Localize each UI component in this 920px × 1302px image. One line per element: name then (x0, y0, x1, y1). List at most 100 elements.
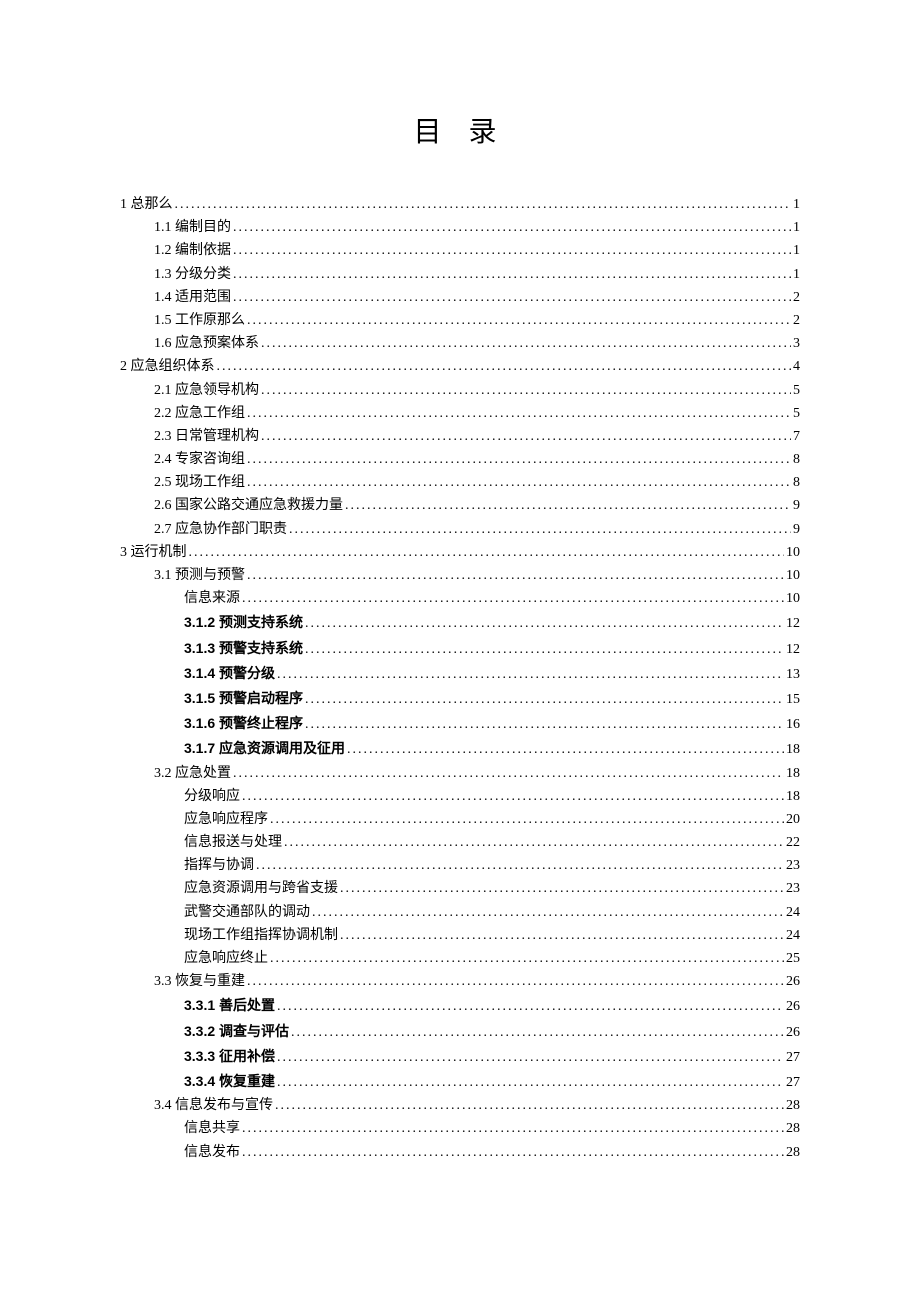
toc-leader-dots (305, 617, 784, 631)
toc-entry-page: 1 (793, 198, 800, 212)
toc-leader-dots (284, 836, 784, 850)
toc-entry-page: 1 (793, 221, 800, 235)
toc-entry-page: 15 (786, 693, 800, 707)
toc-entry: 1.1 编制目的1 (120, 221, 800, 235)
toc-entry: 2.1 应急领导机构5 (120, 384, 800, 398)
toc-entry-label: 3.1.6 预警终止程序 (184, 716, 303, 730)
toc-entry-page: 13 (786, 668, 800, 682)
toc-entry-page: 18 (786, 767, 800, 781)
toc-entry: 1.4 适用范围2 (120, 291, 800, 305)
toc-leader-dots (277, 1051, 784, 1065)
toc-leader-dots (233, 291, 791, 305)
toc-entry-label: 信息发布 (184, 1146, 240, 1160)
toc-leader-dots (247, 569, 784, 583)
toc-entry: 2 应急组织体系 4 (120, 360, 800, 374)
toc-entry-label: 2 应急组织体系 (120, 360, 215, 374)
toc-entry-page: 5 (793, 407, 800, 421)
toc-entry-page: 28 (786, 1122, 800, 1136)
toc-entry-page: 25 (786, 952, 800, 966)
toc-entry: 1 总那么1 (120, 198, 800, 212)
toc-entry-label: 3.3.1 善后处置 (184, 998, 275, 1012)
toc-entry-label: 3 运行机制 (120, 546, 187, 560)
toc-entry: 3.1.6 预警终止程序16 (120, 716, 800, 732)
toc-leader-dots (217, 360, 792, 374)
toc-entry: 2.5 现场工作组8 (120, 476, 800, 490)
toc-leader-dots (277, 668, 784, 682)
toc-leader-dots (242, 1122, 784, 1136)
toc-entry-label: 1.6 应急预案体系 (154, 337, 259, 351)
toc-entry-label: 现场工作组指挥协调机制 (184, 929, 338, 943)
toc-entry-label: 应急资源调用与跨省支援 (184, 882, 338, 896)
toc-entry-label: 2.6 国家公路交通应急救援力量 (154, 499, 343, 513)
toc-entry: 3.1.2 预测支持系统12 (120, 615, 800, 631)
toc-entry-page: 7 (793, 430, 800, 444)
toc-entry: 3.3 恢复与重建26 (120, 975, 800, 989)
toc-leader-dots (247, 476, 791, 490)
toc-entry-label: 信息共享 (184, 1122, 240, 1136)
toc-leader-dots (305, 643, 784, 657)
toc-entry-label: 2.4 专家咨询组 (154, 453, 245, 467)
toc-entry-label: 3.1.7 应急资源调用及征用 (184, 741, 345, 755)
toc-leader-dots (275, 1099, 784, 1113)
toc-entry-page: 23 (786, 882, 800, 896)
document-page: 目 录 1 总那么11.1 编制目的11.2 编制依据11.3 分级分类11.4… (0, 0, 920, 1229)
toc-entry: 2.4 专家咨询组8 (120, 453, 800, 467)
toc-entry: 3.1.7 应急资源调用及征用 18 (120, 741, 800, 757)
toc-leader-dots (261, 384, 791, 398)
toc-entry-label: 信息报送与处理 (184, 836, 282, 850)
toc-leader-dots (247, 314, 791, 328)
toc-leader-dots (270, 813, 784, 827)
toc-entry-label: 2.3 日常管理机构 (154, 430, 259, 444)
table-of-contents: 1 总那么11.1 编制目的11.2 编制依据11.3 分级分类11.4 适用范… (120, 198, 800, 1160)
toc-entry-page: 12 (786, 643, 800, 657)
toc-leader-dots (247, 975, 784, 989)
toc-entry-label: 3.3.4 恢复重建 (184, 1074, 275, 1088)
toc-entry-page: 3 (793, 337, 800, 351)
toc-entry: 2.6 国家公路交通应急救援力量 9 (120, 499, 800, 513)
toc-leader-dots (233, 268, 791, 282)
toc-entry-page: 10 (786, 569, 800, 583)
toc-leader-dots (242, 790, 784, 804)
toc-entry: 3.1.5 预警启动程序15 (120, 691, 800, 707)
toc-entry: 信息发布 28 (120, 1146, 800, 1160)
toc-entry-label: 2.5 现场工作组 (154, 476, 245, 490)
toc-entry: 应急资源调用与跨省支援 23 (120, 882, 800, 896)
toc-entry-page: 28 (786, 1099, 800, 1113)
toc-entry-page: 28 (786, 1146, 800, 1160)
toc-entry-page: 18 (786, 743, 800, 757)
toc-entry-label: 3.3 恢复与重建 (154, 975, 245, 989)
toc-entry: 应急响应程序 20 (120, 813, 800, 827)
toc-entry-label: 2.2 应急工作组 (154, 407, 245, 421)
toc-entry-page: 10 (786, 546, 800, 560)
toc-entry: 3.3.4 恢复重建27 (120, 1074, 800, 1090)
toc-leader-dots (277, 1000, 784, 1014)
toc-leader-dots (261, 337, 791, 351)
toc-leader-dots (242, 592, 784, 606)
toc-entry-page: 26 (786, 1026, 800, 1040)
toc-entry-page: 9 (793, 523, 800, 537)
toc-entry-label: 信息来源 (184, 592, 240, 606)
toc-entry-page: 23 (786, 859, 800, 873)
toc-entry-label: 分级响应 (184, 790, 240, 804)
toc-entry-page: 22 (786, 836, 800, 850)
toc-entry-label: 2.7 应急协作部门职责 (154, 523, 287, 537)
toc-entry: 应急响应终止25 (120, 952, 800, 966)
toc-entry-label: 应急响应程序 (184, 813, 268, 827)
toc-leader-dots (305, 718, 784, 732)
toc-entry-page: 10 (786, 592, 800, 606)
toc-entry-page: 24 (786, 906, 800, 920)
toc-entry-page: 9 (793, 499, 800, 513)
toc-leader-dots (345, 499, 791, 513)
toc-entry-label: 3.1.4 预警分级 (184, 666, 275, 680)
toc-entry-label: 1.2 编制依据 (154, 244, 231, 258)
toc-entry-page: 24 (786, 929, 800, 943)
toc-entry-page: 4 (793, 360, 800, 374)
toc-entry-page: 20 (786, 813, 800, 827)
toc-entry-label: 3.3.3 征用补偿 (184, 1049, 275, 1063)
toc-entry-page: 27 (786, 1051, 800, 1065)
toc-entry: 3.3.1 善后处置26 (120, 998, 800, 1014)
toc-entry-label: 1.3 分级分类 (154, 268, 231, 282)
toc-entry: 1.3 分级分类1 (120, 268, 800, 282)
toc-entry: 1.5 工作原那么2 (120, 314, 800, 328)
toc-entry-label: 3.2 应急处置 (154, 767, 231, 781)
